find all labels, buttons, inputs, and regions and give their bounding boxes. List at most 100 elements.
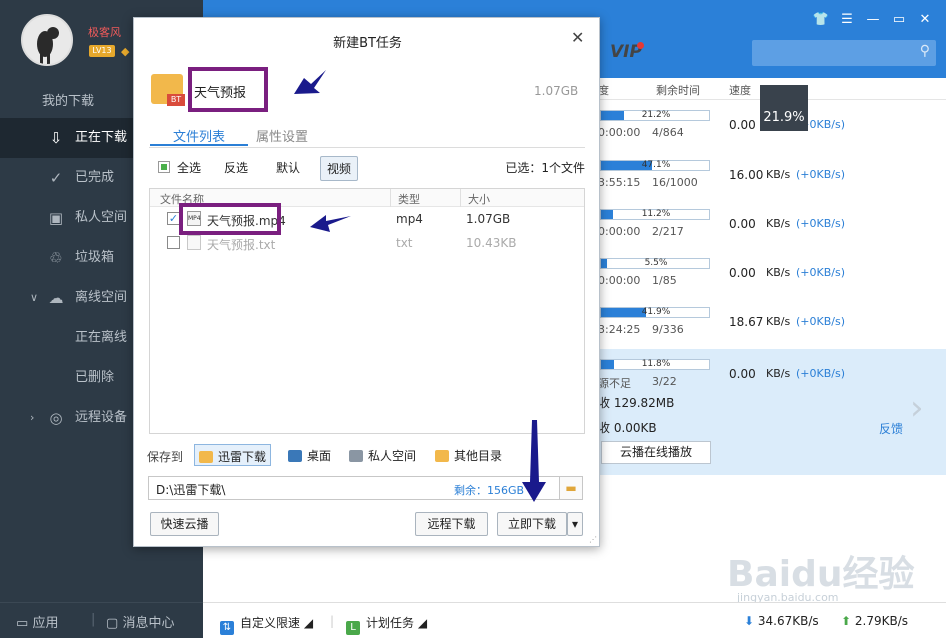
piece-count: 3/22: [652, 375, 677, 388]
nav-label: 离线空间: [75, 290, 128, 305]
location-desktop[interactable]: 桌面: [284, 444, 335, 466]
file-row[interactable]: 天气预报.txt txt 10.43KB: [150, 232, 584, 254]
speed-value: 0.00: [729, 118, 756, 132]
apps-button[interactable]: ▭ 应用: [16, 612, 58, 631]
resize-grip-icon[interactable]: ⋰: [589, 535, 597, 544]
location-other[interactable]: 其他目录: [431, 444, 506, 466]
chevron-right-icon: ›: [30, 411, 35, 424]
video-filter-button[interactable]: 视频: [320, 156, 359, 181]
speed-float-widget[interactable]: 21.9%: [760, 85, 808, 131]
quick-cloud-play-button[interactable]: 快速云播: [150, 512, 219, 536]
task-row[interactable]: 47.1% 3:55:15 16/1000 16.00 KB/s (+0KB/s): [596, 150, 946, 199]
chevron-right-icon[interactable]: ›: [910, 388, 924, 428]
col-file-size[interactable]: 大小: [468, 191, 490, 207]
speed-unit: KB/s: [766, 315, 791, 328]
location-xunlei[interactable]: 迅雷下载: [194, 444, 272, 466]
speed-extra: (+0KB/s): [796, 168, 845, 181]
cloud-icon: ☁: [48, 289, 64, 307]
divider: [149, 147, 585, 148]
download-options-dropdown[interactable]: ▾: [567, 512, 583, 536]
received-info: 收 129.82MB: [598, 396, 675, 410]
nav-label: 垃圾箱: [75, 250, 115, 265]
speed-extra: (+0KB/s): [796, 266, 845, 279]
progress-percent: 11.2%: [641, 209, 671, 219]
speed-value: 0.00: [729, 367, 756, 381]
speed-limit-button[interactable]: ⇅ 自定义限速 ◢: [220, 614, 313, 635]
divider: |: [330, 614, 335, 628]
col-remaining[interactable]: 剩余时间: [656, 82, 700, 98]
folder-icon: [199, 451, 213, 463]
search-input[interactable]: ⚲: [752, 40, 936, 66]
file-type: txt: [396, 236, 413, 250]
file-checkbox[interactable]: [167, 236, 180, 249]
nav-label: 我的下载: [42, 94, 95, 109]
username[interactable]: 极客风: [88, 24, 121, 40]
skin-icon[interactable]: 👕: [808, 12, 834, 27]
progress-percent: 5.5%: [644, 258, 668, 268]
location-label: 其他目录: [454, 449, 503, 463]
save-location-row: 保存到 迅雷下载 桌面 私人空间 其他目录: [147, 443, 587, 467]
task-row[interactable]: 5.5% 0:00:00 1/85 0.00 KB/s (+0KB/s): [596, 248, 946, 297]
dialog-title: 新建BT任务: [333, 36, 402, 51]
select-all-checkbox[interactable]: [158, 161, 170, 173]
download-now-button[interactable]: 立即下载: [497, 512, 567, 536]
progress-percent: 47.1%: [641, 160, 671, 170]
annotation-highlight-box: [188, 67, 268, 112]
tab-properties[interactable]: 属性设置: [256, 126, 308, 145]
diamond-icon: ◆: [121, 45, 130, 58]
progress-bar: 41.9%: [600, 307, 710, 318]
progress-percent: 11.8%: [641, 359, 671, 369]
divider: [390, 189, 391, 207]
maximize-icon[interactable]: ▭: [886, 12, 912, 27]
text-file-icon: [187, 235, 201, 250]
task-row[interactable]: 11.2% 0:00:00 2/217 0.00 KB/s (+0KB/s): [596, 199, 946, 248]
location-private[interactable]: 私人空间: [345, 444, 420, 466]
close-icon[interactable]: ✕: [571, 28, 584, 47]
feedback-link[interactable]: 反馈: [879, 420, 903, 437]
apps-icon: ▭: [16, 616, 29, 631]
chat-icon: ▢: [106, 616, 119, 631]
col-file-type[interactable]: 类型: [398, 191, 420, 207]
received-info-2: 收 0.00KB: [598, 421, 657, 435]
minimize-icon[interactable]: —: [860, 12, 886, 27]
close-icon[interactable]: ✕: [912, 12, 938, 27]
progress-percent: 41.9%: [641, 307, 671, 317]
cloud-play-button[interactable]: 云播在线播放: [601, 441, 711, 464]
speed-unit: KB/s: [766, 367, 791, 380]
task-row[interactable]: 41.9% 3:24:25 9/336 18.67 KB/s (+0KB/s): [596, 297, 946, 346]
annotation-highlight-box: [179, 203, 281, 235]
save-path-input[interactable]: D:\迅雷下载\ 剩余：156GB: [148, 476, 583, 500]
message-center-button[interactable]: ▢ 消息中心: [106, 612, 174, 631]
browse-folder-button[interactable]: ▬: [559, 476, 583, 500]
speed-unit: KB/s: [766, 217, 791, 230]
schedule-icon: L: [346, 621, 360, 635]
invert-selection-button[interactable]: 反选: [224, 159, 248, 176]
filter-toolbar: 全选 反选 默认 视频 已选：1个文件: [151, 156, 585, 181]
location-label: 桌面: [307, 449, 332, 463]
speed-extra: (+0KB/s): [796, 367, 845, 380]
tab-file-list[interactable]: 文件列表: [150, 126, 248, 146]
download-icon: ⇩: [49, 129, 63, 147]
menu-icon[interactable]: ☰: [834, 12, 860, 27]
progress-bar: 21.2%: [600, 110, 710, 121]
piece-count: 2/217: [652, 225, 684, 238]
file-size: 1.07GB: [466, 212, 511, 226]
remaining-time: 0:00:00: [598, 225, 641, 238]
save-path-text: D:\迅雷下载\: [156, 483, 226, 497]
remote-download-button[interactable]: 远程下载: [415, 512, 488, 536]
schedule-label: 计划任务: [366, 616, 415, 630]
piece-count: 16/1000: [652, 176, 698, 189]
speed-unit: KB/s: [766, 168, 791, 181]
piece-count: 1/85: [652, 274, 677, 287]
search-icon: ⚲: [919, 43, 930, 59]
select-all-button[interactable]: 全选: [177, 159, 201, 176]
col-speed[interactable]: 速度: [729, 82, 751, 98]
task-size: 1.07GB: [534, 84, 579, 98]
avatar[interactable]: [21, 14, 73, 66]
lock-icon: ▣: [48, 209, 64, 227]
schedule-button[interactable]: L 计划任务 ◢: [346, 614, 427, 635]
watermark-logo: Baidu经验: [727, 554, 915, 595]
download-speed: ⬇ 34.67KB/s: [744, 614, 819, 628]
default-selection-button[interactable]: 默认: [276, 159, 300, 176]
arrow-up-icon: ⬆: [841, 614, 852, 628]
